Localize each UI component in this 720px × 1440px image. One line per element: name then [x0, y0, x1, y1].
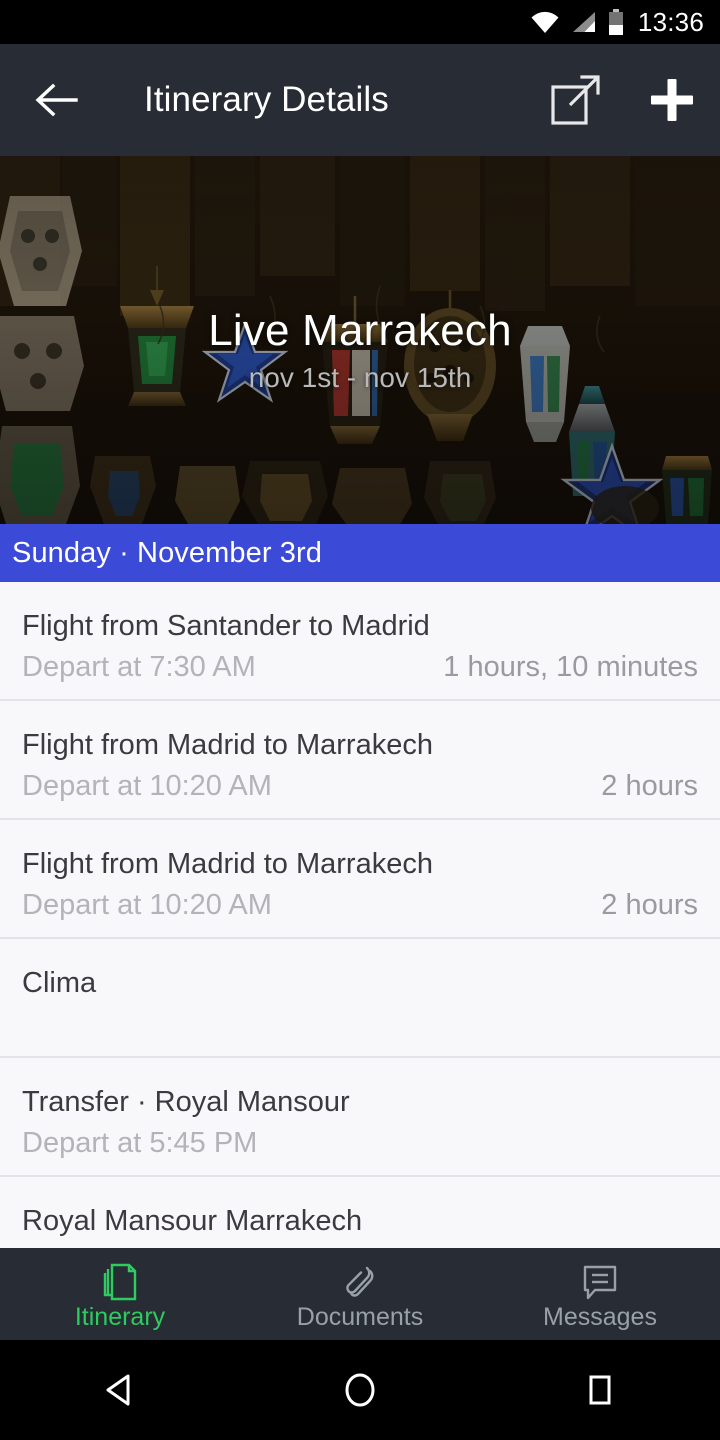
- android-back-button[interactable]: [60, 1340, 180, 1440]
- bottom-navigation: Itinerary Documents Messages: [0, 1248, 720, 1340]
- list-item[interactable]: Clima: [0, 939, 720, 1058]
- document-icon: [103, 1263, 137, 1301]
- list-item-subtitle: Depart at 10:20 AM: [22, 889, 272, 922]
- android-home-button[interactable]: [300, 1340, 420, 1440]
- list-item[interactable]: Flight from Madrid to Marrakech Depart a…: [0, 820, 720, 939]
- list-item-title: Flight from Santander to Madrid: [22, 610, 430, 642]
- square-recents-icon: [589, 1375, 611, 1405]
- tab-documents-label: Documents: [296, 1303, 424, 1331]
- tab-itinerary[interactable]: Itinerary: [0, 1248, 240, 1340]
- list-item[interactable]: Transfer · Royal Mansour Depart at 5:45 …: [0, 1058, 720, 1177]
- list-item-detail-row: Depart at 10:20 AM 2 hours: [22, 770, 698, 803]
- plus-icon: [651, 79, 693, 121]
- list-item[interactable]: Flight from Madrid to Marrakech Depart a…: [0, 701, 720, 820]
- battery-icon: [608, 9, 623, 35]
- trip-title: Live Marrakech: [208, 306, 512, 355]
- external-link-icon: [551, 75, 600, 125]
- list-item-title: Royal Mansour Marrakech: [22, 1205, 363, 1237]
- app-bar: Itinerary Details: [0, 44, 720, 156]
- list-item-title: Transfer · Royal Mansour: [22, 1086, 350, 1118]
- tab-messages-label: Messages: [543, 1303, 657, 1331]
- list-item-detail-row: Depart at 5:45 PM: [22, 1127, 698, 1160]
- chat-bubble-icon: [583, 1265, 617, 1300]
- list-item-duration: 2 hours: [601, 889, 698, 922]
- list-item-detail-row: Depart at 7:30 AM 1 hours, 10 minutes: [22, 651, 698, 684]
- tab-documents[interactable]: Documents: [240, 1248, 480, 1340]
- date-section-label: Sunday · November 3rd: [12, 536, 322, 569]
- list-item-subtitle: Depart at 10:20 AM: [22, 770, 272, 803]
- circle-home-icon: [345, 1373, 375, 1407]
- hero-banner[interactable]: Live Marrakech nov 1st - nov 15th: [0, 156, 720, 524]
- app-root: 13:36 Itinerary Details Live Marrakech n…: [0, 0, 720, 1440]
- itinerary-list[interactable]: Flight from Santander to Madrid Depart a…: [0, 582, 720, 1248]
- date-section-header: Sunday · November 3rd: [0, 524, 720, 582]
- tab-messages[interactable]: Messages: [480, 1248, 720, 1340]
- list-item-duration: 2 hours: [601, 770, 698, 803]
- add-button[interactable]: [624, 44, 720, 156]
- status-bar: 13:36: [0, 0, 720, 44]
- page-title: Itinerary Details: [144, 80, 389, 119]
- status-bar-time: 13:36: [637, 7, 704, 37]
- list-item-subtitle: Depart at 5:45 PM: [22, 1127, 258, 1160]
- back-button[interactable]: [0, 44, 112, 156]
- list-item-detail-row: Depart at 10:20 AM 2 hours: [22, 889, 698, 922]
- triangle-back-icon: [106, 1374, 130, 1406]
- paperclip-icon: [346, 1266, 374, 1297]
- hero-text-block: Live Marrakech nov 1st - nov 15th: [0, 306, 720, 394]
- list-item[interactable]: Royal Mansour Marrakech: [0, 1177, 720, 1248]
- tab-itinerary-label: Itinerary: [74, 1303, 166, 1331]
- list-item-title: Flight from Madrid to Marrakech: [22, 729, 433, 761]
- android-navigation-bar: [0, 1340, 720, 1440]
- list-item-title: Clima: [22, 967, 97, 999]
- list-item[interactable]: Flight from Santander to Madrid Depart a…: [0, 582, 720, 701]
- arrow-left-icon: [35, 83, 78, 117]
- wifi-icon: [531, 11, 559, 33]
- cellular-signal-icon: [572, 12, 595, 32]
- trip-dates: nov 1st - nov 15th: [248, 362, 472, 394]
- list-item-subtitle: Depart at 7:30 AM: [22, 651, 256, 684]
- list-item-duration: 1 hours, 10 minutes: [443, 651, 698, 684]
- android-recents-button[interactable]: [540, 1340, 660, 1440]
- list-item-title: Flight from Madrid to Marrakech: [22, 848, 433, 880]
- status-bar-icons: [530, 9, 624, 35]
- share-button[interactable]: [528, 44, 624, 156]
